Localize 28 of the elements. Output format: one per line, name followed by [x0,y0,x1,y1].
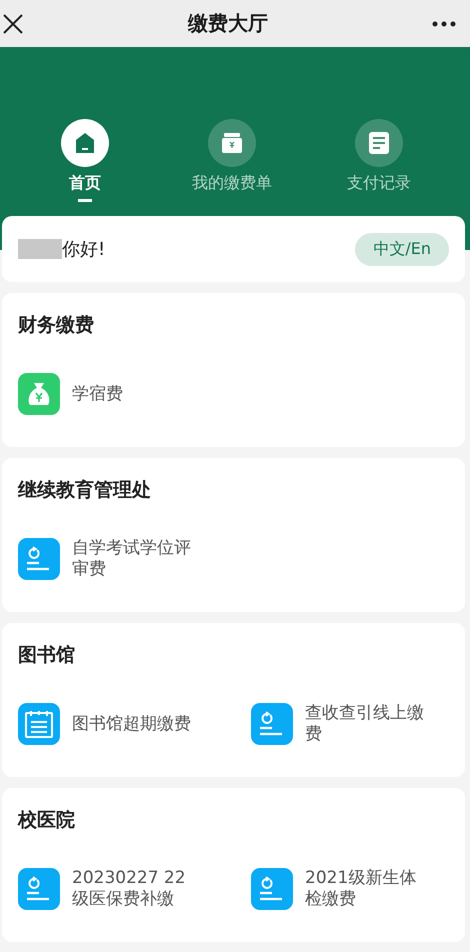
wallet-icon [221,133,243,153]
bill-icon [251,703,293,745]
payment-item-link[interactable]: 查收查引线上缴费 [305,703,433,745]
bill-icon [251,868,293,910]
nav-tab[interactable]: 首页 [20,119,150,202]
section-title: 财务缴费 [18,313,95,338]
redacted-name [18,239,62,259]
language-button[interactable]: 中文/En [355,232,449,266]
payment-item-link[interactable]: 自学考试学位评审费 [72,538,200,580]
section-title: 图书馆 [18,643,76,668]
page-title: 缴费大厅 [188,10,268,37]
payment-item-link[interactable]: 学宿费 [72,384,200,404]
payment-item-link[interactable]: 图书馆超期缴费 [72,714,200,734]
section-title: 继续教育管理处 [18,478,152,503]
greeting-text: 你好! [62,238,106,261]
calendar-icon [18,703,60,745]
document-icon [369,132,389,154]
nav-tab[interactable]: 支付记录 [314,119,444,202]
section-title: 校医院 [18,808,76,833]
bill-icon [18,868,60,910]
nav-tab[interactable]: 我的缴费单 [167,119,297,202]
money-bag-icon [18,373,60,415]
home-icon [74,132,96,154]
payment-item-link[interactable]: 2021级新生体检缴费 [305,868,433,910]
close-icon[interactable] [2,12,24,34]
more-icon[interactable] [432,20,456,26]
bill-icon [18,538,60,580]
payment-item-link[interactable]: 20230227 22级医保费补缴 [72,868,200,910]
